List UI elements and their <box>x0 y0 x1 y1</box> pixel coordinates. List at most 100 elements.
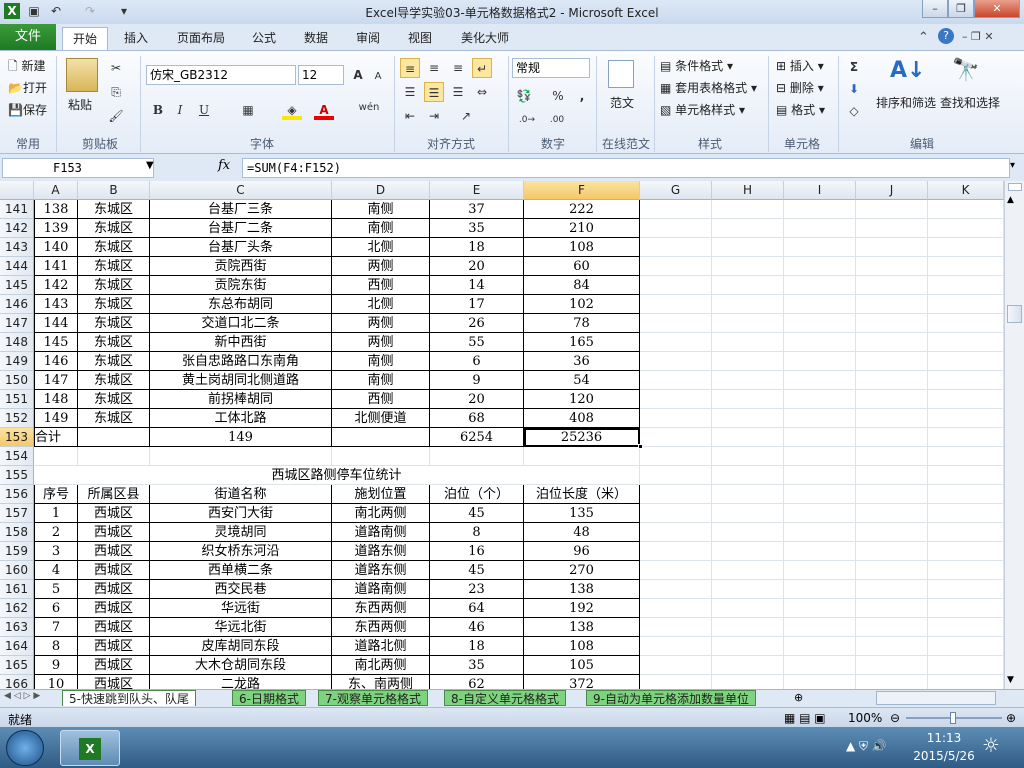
grid-cell[interactable] <box>856 599 928 618</box>
template-button[interactable]: 范文 <box>610 94 634 111</box>
grid-cell[interactable]: 东城区 <box>78 238 150 257</box>
grid-cell[interactable] <box>712 485 784 504</box>
grid-cell[interactable]: 南北两侧 <box>332 656 430 675</box>
ribbon-collapse-icon[interactable]: ⌃ <box>918 30 929 45</box>
grid-cell[interactable]: 192 <box>524 599 640 618</box>
grid-cell[interactable]: 35 <box>430 219 524 238</box>
grid-cell[interactable]: 23 <box>430 580 524 599</box>
grid-cell[interactable]: 1 <box>34 504 78 523</box>
grid-cell[interactable] <box>856 200 928 219</box>
grid-cell[interactable]: 台基厂二条 <box>150 219 332 238</box>
grid-cell[interactable]: 二龙路 <box>150 675 332 689</box>
tab-home[interactable]: 开始 <box>62 27 108 50</box>
grid-cell[interactable] <box>928 352 1004 371</box>
grid-cell[interactable] <box>928 200 1004 219</box>
grid-cell[interactable]: 25236 <box>524 428 640 447</box>
grid-cell[interactable] <box>784 200 856 219</box>
grid-cell[interactable]: 36 <box>524 352 640 371</box>
grid-cell[interactable] <box>712 618 784 637</box>
align-bottom-icon[interactable]: ≡ <box>448 58 468 78</box>
grid-cell[interactable]: 149 <box>150 428 332 447</box>
grid-cell[interactable]: 3 <box>34 542 78 561</box>
row-header[interactable]: 166 <box>0 675 34 689</box>
grid-cell[interactable]: 18 <box>430 238 524 257</box>
grid-cell[interactable]: 60 <box>524 257 640 276</box>
grid-cell[interactable] <box>856 580 928 599</box>
minimize-button[interactable]: – <box>922 0 948 18</box>
grid-cell[interactable] <box>928 542 1004 561</box>
grid-cell[interactable]: 210 <box>524 219 640 238</box>
grid-cell[interactable]: 78 <box>524 314 640 333</box>
grid-cell[interactable] <box>928 219 1004 238</box>
taskbar-excel-icon[interactable]: X <box>60 730 120 766</box>
grid-cell[interactable] <box>784 295 856 314</box>
grid-cell[interactable] <box>856 352 928 371</box>
split-box-icon[interactable] <box>1008 183 1022 191</box>
grid-cell[interactable] <box>712 371 784 390</box>
row-header[interactable]: 154 <box>0 447 34 466</box>
grid-cell[interactable]: 东西两侧 <box>332 599 430 618</box>
horizontal-scrollbar[interactable] <box>876 691 996 705</box>
row-header[interactable]: 165 <box>0 656 34 675</box>
grid-cell[interactable]: 东西两侧 <box>332 618 430 637</box>
grid-cell[interactable] <box>856 257 928 276</box>
grid-cell[interactable] <box>856 523 928 542</box>
grid-cell[interactable] <box>640 390 712 409</box>
sheet-tab-6[interactable]: 6-日期格式 <box>232 690 306 706</box>
find-select-button[interactable]: 查找和选择 <box>940 94 1000 111</box>
merge-center-icon[interactable]: ⇔ <box>472 82 492 102</box>
grid-cell[interactable]: 西侧 <box>332 390 430 409</box>
grid-cell[interactable]: 南侧 <box>332 200 430 219</box>
expand-formula-icon[interactable]: ▾ <box>1010 160 1015 171</box>
grid-cell[interactable]: 北侧 <box>332 295 430 314</box>
grid-cell[interactable]: 143 <box>34 295 78 314</box>
grid-cell[interactable]: 108 <box>524 637 640 656</box>
grid-cell[interactable] <box>784 314 856 333</box>
grow-font-button[interactable]: A <box>348 65 368 85</box>
grid-cell[interactable]: 织女桥东河沿 <box>150 542 332 561</box>
close-button[interactable]: ✕ <box>974 0 1020 18</box>
grid-cell[interactable] <box>928 409 1004 428</box>
grid-cell[interactable]: 东城区 <box>78 352 150 371</box>
grid-cell[interactable] <box>856 238 928 257</box>
worksheet-grid[interactable]: A B C D E F G H I J K 141 138 东城区 台基厂三条 南侧 37 222 142 139 东城… <box>0 181 1004 689</box>
grid-cell[interactable] <box>712 542 784 561</box>
cell-styles-button[interactable]: ▧ 单元格样式 ▾ <box>660 101 745 118</box>
row-header[interactable]: 148 <box>0 333 34 352</box>
grid-cell[interactable] <box>640 466 712 485</box>
autosum-button[interactable]: Σ <box>844 57 864 77</box>
conditional-format-button[interactable]: ▤ 条件格式 ▾ <box>660 57 733 74</box>
grid-cell[interactable] <box>784 618 856 637</box>
grid-cell[interactable] <box>856 409 928 428</box>
format-painter-icon[interactable]: 🖌 <box>106 106 126 126</box>
grid-cell[interactable] <box>928 314 1004 333</box>
save-icon[interactable]: ▣ <box>26 3 42 19</box>
scroll-thumb[interactable] <box>1007 305 1022 323</box>
increase-decimal-icon[interactable]: .0→ <box>514 110 540 130</box>
grid-cell[interactable]: 南侧 <box>332 371 430 390</box>
grid-cell[interactable]: 东城区 <box>78 390 150 409</box>
grid-cell[interactable]: 102 <box>524 295 640 314</box>
grid-cell[interactable] <box>784 409 856 428</box>
grid-cell[interactable] <box>524 447 640 466</box>
grid-cell[interactable] <box>640 561 712 580</box>
grid-cell[interactable]: 东总布胡同 <box>150 295 332 314</box>
grid-cell[interactable]: 68 <box>430 409 524 428</box>
grid-cell[interactable] <box>856 466 928 485</box>
grid-cell[interactable] <box>712 219 784 238</box>
restore-button[interactable]: ❐ <box>948 0 974 18</box>
grid-cell[interactable] <box>784 333 856 352</box>
tab-view[interactable]: 视图 <box>400 27 440 50</box>
grid-cell[interactable] <box>856 219 928 238</box>
tab-file[interactable]: 文件 <box>0 24 56 50</box>
underline-button[interactable]: U <box>194 100 214 120</box>
grid-cell[interactable] <box>640 409 712 428</box>
grid-cell[interactable]: 8 <box>34 637 78 656</box>
tab-insert[interactable]: 插入 <box>114 27 158 50</box>
paste-button[interactable]: 粘贴 <box>68 96 92 113</box>
grid-cell[interactable]: 64 <box>430 599 524 618</box>
grid-cell[interactable] <box>856 542 928 561</box>
grid-cell[interactable]: 东城区 <box>78 200 150 219</box>
tab-formulas[interactable]: 公式 <box>244 27 284 50</box>
grid-cell[interactable] <box>928 371 1004 390</box>
